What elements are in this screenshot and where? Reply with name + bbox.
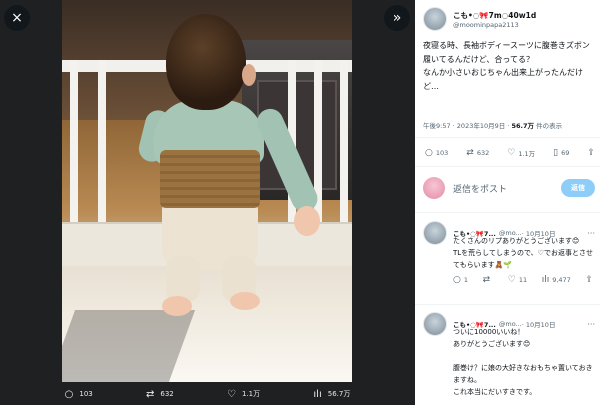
tweet-action-bar: ○ 103 ⇄ 632 ♡ 1.1万 ▯ 69 ⇪ [425,148,595,158]
baby-hand [294,206,320,236]
reply-icon: ○ [64,388,74,400]
avatar [423,177,445,199]
crib-bar [98,60,106,240]
like-button[interactable]: ♡ 11 [508,275,527,285]
divider [415,212,600,213]
like-button[interactable]: ♡ 1.1万 [507,148,535,158]
bookmark-icon: ▯ [553,148,559,158]
like-count: 11 [518,276,528,284]
media-viewer: × » ○ 103 ⇄ 632 ♡ 1.1万 ılı 56.7万 [0,0,415,405]
views-count: 56.7万 [511,122,534,130]
avatar[interactable] [423,312,447,336]
reply-text: ついに10000いいね！ ありがとうございます😊 腹巻け？に娘の大好きなおもちゃ… [453,328,593,396]
author-handle[interactable]: @moominpapa2113 [453,21,536,29]
bookmark-button[interactable]: ▯ 69 [553,148,569,158]
like-count: 1.1万 [518,150,536,158]
views-label: 件の表示 [534,122,563,130]
avatar[interactable] [423,7,447,31]
tweet-meta: 午後9:57 · 2023年10月9日 · 56.7万 件の表示 [423,120,562,130]
share-button[interactable]: ⇪ [587,148,595,158]
reply-count: 1 [463,276,468,284]
repost-icon: ⇄ [146,388,155,400]
close-button[interactable]: × [4,5,30,31]
crib-bar [70,60,78,240]
reply-input[interactable]: 返信をポスト [453,182,561,195]
close-icon: × [11,10,23,26]
share-icon: ⇪ [585,275,593,285]
double-chevron-right-icon: » [392,10,402,26]
viewer-repost-button[interactable]: ⇄ 632 [146,389,174,400]
share-icon: ⇪ [587,148,595,158]
expand-panel-button[interactable]: » [384,5,410,31]
bar-chart-icon: ılı [313,388,322,400]
divider [415,137,600,138]
reply-date[interactable]: · 10月10日 [522,319,556,329]
viewer-like-button[interactable]: ♡ 1.1万 [227,389,260,400]
more-icon[interactable]: ··· [587,320,595,329]
baby-ear [242,64,256,86]
tweet-panel: こも•◌🎀7m◌40w1d @moominpapa2113 夜寝る時、長袖ボディ… [415,0,600,405]
reply-action-bar: ○ 1 ⇄ ♡ 11 ılı 9,477 ⇪ [453,275,593,285]
bar-chart-icon: ılı [541,275,550,285]
more-icon[interactable]: ··· [587,229,595,238]
divider [415,166,600,167]
reply-item[interactable]: こも•◌🎀7... @mo... · 10月10日 ··· ついに10000いい… [423,312,595,398]
repost-count: 632 [160,390,174,398]
repost-count: 632 [476,149,490,157]
tweet-timestamp[interactable]: 午後9:57 · 2023年10月9日 · [423,122,511,130]
baby-leg [166,256,200,302]
views-count: 56.7万 [327,390,351,398]
bookmark-count: 69 [561,149,570,157]
viewer-action-bar: ○ 103 ⇄ 632 ♡ 1.1万 ılı 56.7万 [0,383,415,405]
viewer-views-button[interactable]: ılı 56.7万 [313,389,350,400]
baby-belly-band [160,150,260,208]
heart-icon: ♡ [507,275,516,285]
divider [415,304,600,305]
share-button[interactable]: ⇪ [585,275,593,285]
tweet-author[interactable]: こも•◌🎀7m◌40w1d @moominpapa2113 [423,7,536,31]
reply-count: 103 [435,149,449,157]
avatar[interactable] [423,221,447,245]
reply-submit-button[interactable]: 返信 [561,179,595,197]
repost-button[interactable]: ⇄ 632 [466,148,489,158]
tweet-photo[interactable] [62,0,352,382]
reply-icon: ○ [425,148,433,158]
views-count: 9,477 [552,276,571,284]
reply-icon: ○ [453,275,461,285]
repost-button[interactable]: ⇄ [483,275,494,285]
repost-icon: ⇄ [466,148,474,158]
like-count: 1.1万 [242,390,261,398]
baby-foot [162,296,192,316]
author-display-name[interactable]: こも•◌🎀7m◌40w1d [453,10,536,21]
reply-composer: 返信をポスト 返信 [423,176,595,200]
reply-item[interactable]: こも•◌🎀7... @mo... · 10月10日 ··· たくさんのリプありが… [423,221,595,285]
viewer-reply-button[interactable]: ○ 103 [65,389,93,400]
baby-head [166,14,246,110]
reply-button[interactable]: ○ 1 [453,275,468,285]
reply-text: たくさんのリプありがとうございます😊 TLを荒らしてしまうので、♡でお返事とさせ… [453,237,593,269]
heart-icon: ♡ [227,388,236,400]
views-button[interactable]: ılı 9,477 [542,275,571,285]
repost-icon: ⇄ [482,275,491,285]
reply-button[interactable]: ○ 103 [425,148,448,158]
heart-icon: ♡ [507,148,516,158]
baby-foot [230,292,260,310]
crib-bar [340,60,348,240]
tweet-text: 夜寝る時、長袖ボディースーツに腹巻きズボン履いてるんだけど、合ってる？ なんか小… [423,41,590,91]
reply-count: 103 [79,390,93,398]
